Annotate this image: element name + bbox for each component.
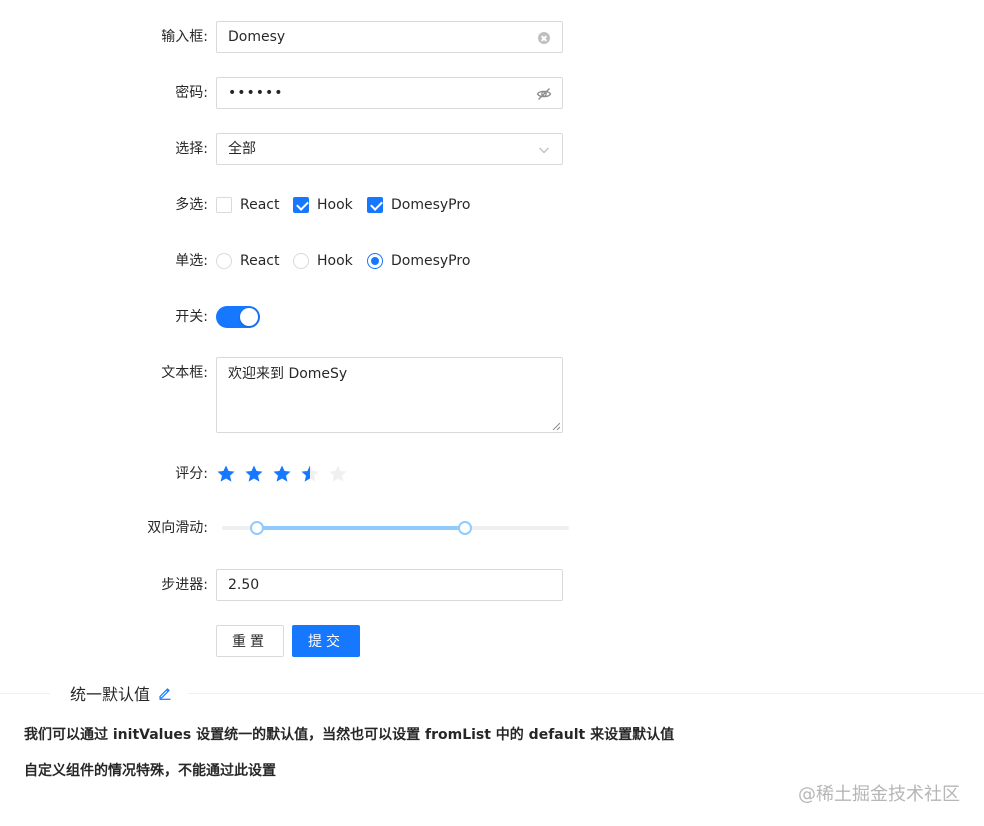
form-row-password: 密码: •••••• <box>0 77 984 109</box>
checkbox-option-label: DomesyPro <box>391 197 471 213</box>
radio-hook[interactable]: Hook <box>293 245 353 277</box>
checkbox-box[interactable] <box>293 197 309 213</box>
slider-handle-start[interactable] <box>249 521 264 535</box>
checkbox-label: 多选: <box>175 197 208 213</box>
password-label: 密码: <box>175 85 208 101</box>
star-icon[interactable] <box>272 464 292 484</box>
resize-grip-icon[interactable] <box>552 422 560 430</box>
radio-circle[interactable] <box>216 253 232 269</box>
slider-label: 双向滑动: <box>147 520 208 536</box>
close-circle-icon[interactable] <box>536 30 552 46</box>
radio-option-label: DomesyPro <box>391 253 471 269</box>
submit-button[interactable]: 提交 <box>292 625 360 657</box>
section-paragraph: 我们可以通过 initValues 设置统一的默认值，当然也可以设置 fromL… <box>24 727 675 743</box>
form-row-checkbox: 多选: React Hook DomesyPro <box>0 189 984 221</box>
form-row-input: 输入框: Domesy <box>0 21 984 53</box>
form-row-radio: 单选: React Hook DomesyPro <box>0 245 984 277</box>
section-title-text: 统一默认值 <box>70 685 151 704</box>
eye-invisible-icon[interactable] <box>536 86 552 102</box>
checkbox-option-label: Hook <box>317 197 353 213</box>
textarea-value: 欢迎来到 DomeSy <box>228 366 348 382</box>
star-rating[interactable] <box>216 458 356 490</box>
checkbox-react[interactable]: React <box>216 189 279 221</box>
radio-circle[interactable] <box>293 253 309 269</box>
star-icon[interactable] <box>300 464 320 484</box>
star-icon[interactable] <box>216 464 236 484</box>
checkbox-box[interactable] <box>367 197 383 213</box>
section-title: 统一默认值 <box>68 681 175 705</box>
toggle-switch[interactable] <box>216 306 260 328</box>
chevron-down-icon <box>536 142 552 158</box>
section-paragraph: 自定义组件的情况特殊，不能通过此设置 <box>24 763 276 779</box>
form-row-select: 选择: 全部 <box>0 133 984 165</box>
form-row-rate: 评分: <box>0 458 984 490</box>
stepper-value: 2.50 <box>228 577 260 593</box>
select-label: 选择: <box>175 141 208 157</box>
switch-knob <box>240 308 258 326</box>
checkbox-hook[interactable]: Hook <box>293 189 353 221</box>
stepper-label: 步进器: <box>161 577 208 593</box>
reset-button[interactable]: 重置 <box>216 625 284 657</box>
switch-label: 开关: <box>175 309 208 325</box>
text-input-value: Domesy <box>228 29 286 45</box>
textarea-label: 文本框: <box>161 365 208 381</box>
divider-line-left <box>0 693 50 694</box>
password-input[interactable]: •••••• <box>216 77 563 109</box>
radio-react[interactable]: React <box>216 245 279 277</box>
radio-label: 单选: <box>175 253 208 269</box>
textarea-input[interactable]: 欢迎来到 DomeSy <box>216 357 563 433</box>
form-row-switch: 开关: <box>0 301 984 333</box>
slider-track <box>256 526 465 530</box>
radio-circle[interactable] <box>367 253 383 269</box>
checkbox-option-label: React <box>240 197 280 213</box>
edit-icon[interactable] <box>158 686 172 700</box>
radio-option-label: React <box>240 253 280 269</box>
checkbox-domesypro[interactable]: DomesyPro <box>367 189 470 221</box>
input-label: 输入框: <box>161 29 208 45</box>
divider-line-right <box>188 693 984 694</box>
star-icon[interactable] <box>328 464 348 484</box>
form-row-slider: 双向滑动: <box>0 512 984 544</box>
rate-label: 评分: <box>175 466 208 482</box>
watermark: @稀土掘金技术社区 <box>798 784 960 805</box>
select-dropdown[interactable]: 全部 <box>216 133 563 165</box>
select-value: 全部 <box>228 141 256 157</box>
radio-option-label: Hook <box>317 253 353 269</box>
text-input[interactable]: Domesy <box>216 21 563 53</box>
radio-domesypro[interactable]: DomesyPro <box>367 245 470 277</box>
star-icon[interactable] <box>244 464 264 484</box>
checkbox-box[interactable] <box>216 197 232 213</box>
number-stepper[interactable]: 2.50 <box>216 569 563 601</box>
range-slider[interactable] <box>222 512 569 544</box>
slider-handle-end[interactable] <box>457 521 472 535</box>
password-value: •••••• <box>228 85 284 101</box>
form-row-actions: 重置 提交 <box>0 625 984 657</box>
form-row-stepper: 步进器: 2.50 <box>0 569 984 601</box>
